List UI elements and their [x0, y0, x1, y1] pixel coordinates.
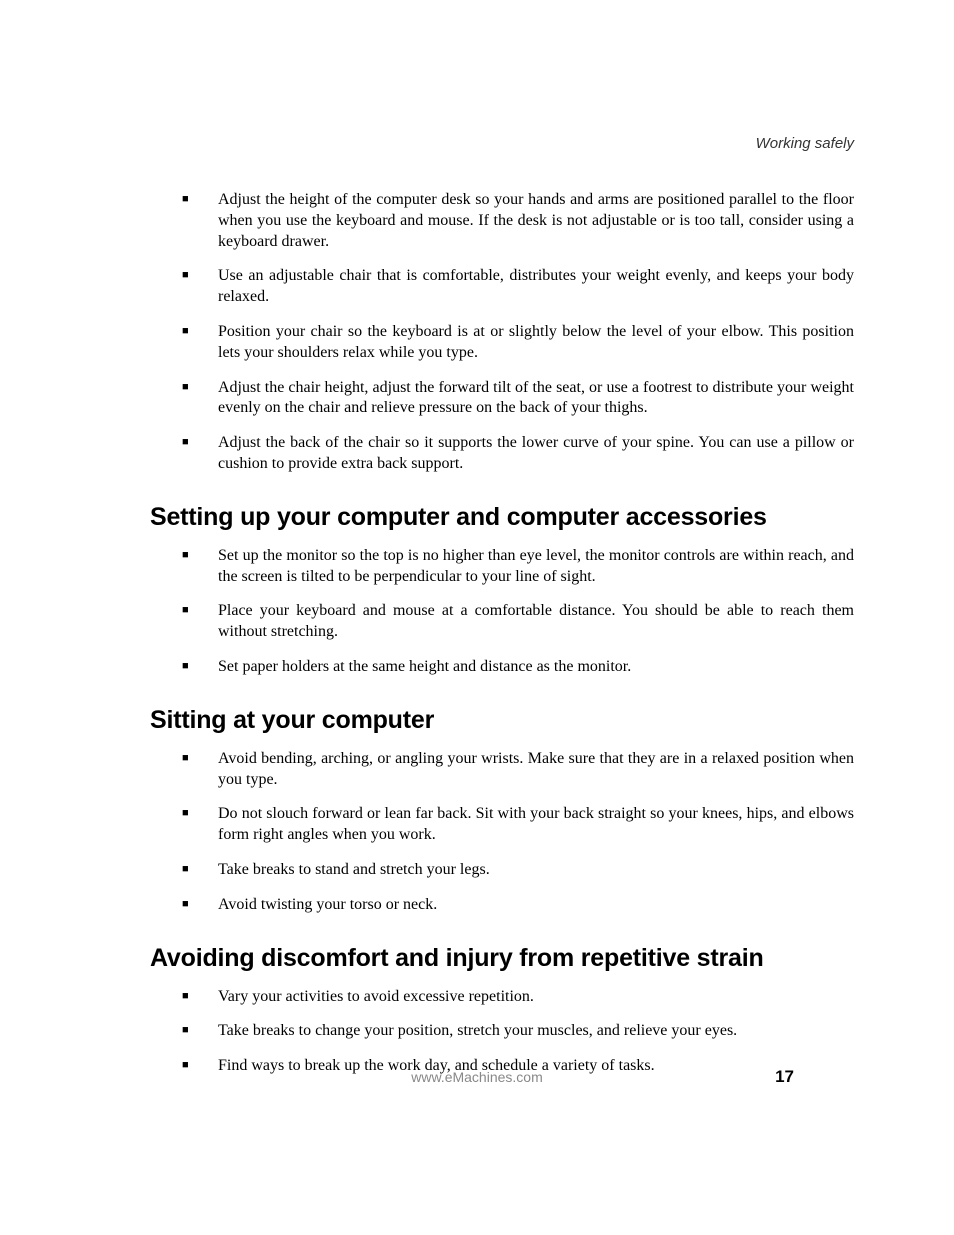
section-heading-sitting: Sitting at your computer [150, 706, 854, 735]
list-item: Set paper holders at the same height and… [182, 657, 854, 678]
bullet-list-2: Avoid bending, arching, or angling your … [150, 749, 854, 916]
list-item: Use an adjustable chair that is comforta… [182, 266, 854, 308]
section-2: Sitting at your computer Avoid bending, … [150, 706, 854, 916]
document-page: Working safely Adjust the height of the … [0, 0, 954, 1077]
section-1: Setting up your computer and computer ac… [150, 503, 854, 678]
page-footer: www.eMachines.com 17 [0, 1069, 954, 1085]
bullet-list-1: Set up the monitor so the top is no high… [150, 546, 854, 678]
list-item: Avoid bending, arching, or angling your … [182, 749, 854, 791]
list-item: Adjust the back of the chair so it suppo… [182, 433, 854, 475]
list-item: Do not slouch forward or lean far back. … [182, 804, 854, 846]
list-item: Take breaks to change your position, str… [182, 1021, 854, 1042]
list-item: Adjust the chair height, adjust the forw… [182, 378, 854, 420]
list-item: Place your keyboard and mouse at a comfo… [182, 601, 854, 643]
section-heading-avoiding: Avoiding discomfort and injury from repe… [150, 944, 854, 973]
bullet-list-3: Vary your activities to avoid excessive … [150, 987, 854, 1077]
section-heading-setup: Setting up your computer and computer ac… [150, 503, 854, 532]
list-item: Adjust the height of the computer desk s… [182, 190, 854, 252]
list-item: Position your chair so the keyboard is a… [182, 322, 854, 364]
header-section-label: Working safely [150, 135, 854, 152]
list-item: Vary your activities to avoid excessive … [182, 987, 854, 1008]
section-3: Avoiding discomfort and injury from repe… [150, 944, 854, 1077]
list-item: Set up the monitor so the top is no high… [182, 546, 854, 588]
list-item: Avoid twisting your torso or neck. [182, 895, 854, 916]
bullet-list-0: Adjust the height of the computer desk s… [150, 190, 854, 475]
section-0: Adjust the height of the computer desk s… [150, 190, 854, 475]
footer-url: www.eMachines.com [411, 1069, 543, 1085]
page-number: 17 [775, 1067, 794, 1087]
list-item: Take breaks to stand and stretch your le… [182, 860, 854, 881]
